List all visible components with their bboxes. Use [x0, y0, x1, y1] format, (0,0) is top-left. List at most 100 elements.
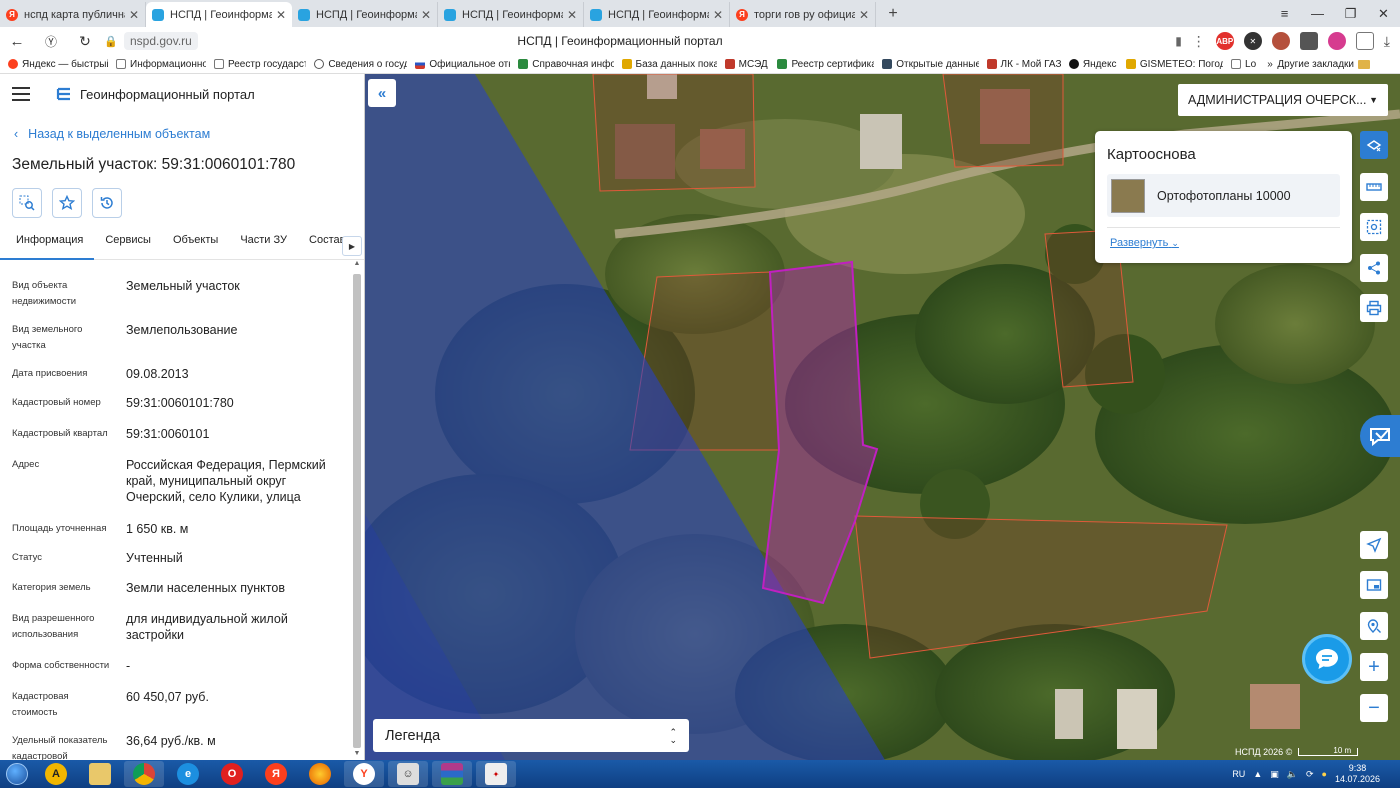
bookmark-item[interactable]: База данных пока — [614, 59, 717, 70]
sync-icon[interactable]: ⟳ — [1306, 769, 1314, 780]
adblock-icon[interactable]: ABP — [1215, 32, 1234, 50]
tabs-scroll-right-button[interactable]: ▶ — [342, 236, 362, 256]
taskbar-app[interactable]: Y — [344, 761, 384, 787]
bookmarks-more[interactable]: » — [1259, 59, 1277, 70]
scrollbar-thumb[interactable] — [353, 274, 361, 748]
minimap-button[interactable] — [1360, 571, 1388, 599]
bookmark-item[interactable]: МСЭД — [717, 59, 770, 70]
extension-icon[interactable] — [1299, 32, 1318, 50]
bookmark-item[interactable]: Реестр государст — [206, 59, 306, 70]
download-icon[interactable]: ⤓ — [1384, 33, 1390, 50]
taskbar-app[interactable]: ✦ — [476, 761, 516, 787]
scroll-up-icon[interactable]: ▲ — [352, 260, 362, 270]
history-button[interactable] — [92, 188, 122, 218]
zoom-in-button[interactable]: + — [1360, 653, 1388, 681]
bookmark-item[interactable]: Информационно — [108, 59, 206, 70]
browser-tab[interactable]: Яторги гов ру официальные✕ — [730, 2, 876, 27]
search-location-button[interactable] — [1360, 612, 1388, 640]
bookmark-item[interactable]: Lo — [1223, 59, 1259, 70]
url-field[interactable]: nspd.gov.ru — [124, 32, 198, 50]
extension-icon[interactable]: ✕ — [1243, 32, 1262, 50]
taskbar-app[interactable]: e — [168, 761, 208, 787]
bookmark-item[interactable]: ЛК - Мой ГАЗ — [979, 59, 1061, 70]
zoom-to-object-button[interactable] — [12, 188, 42, 218]
bookmark-item[interactable]: GISMETEO: Погод — [1118, 59, 1223, 70]
back-to-selection-link[interactable]: ‹ Назад к выделенным объектам — [14, 126, 364, 142]
bookmark-item[interactable]: Сведения о госуд — [306, 59, 407, 70]
collapse-panel-button[interactable]: « — [368, 79, 396, 107]
close-tab-icon[interactable]: ✕ — [859, 8, 869, 22]
tab-parts[interactable]: Части ЗУ — [229, 234, 298, 260]
yandex-home-icon[interactable]: Ⓨ — [34, 33, 68, 50]
select-area-button[interactable] — [1360, 213, 1388, 241]
bookmark-favicon — [777, 59, 788, 69]
basemap-item[interactable]: Ортофотопланы 10000 — [1107, 174, 1340, 217]
taskbar-app[interactable]: O — [212, 761, 252, 787]
taskbar-app[interactable] — [80, 761, 120, 787]
taskbar-app[interactable]: Я — [256, 761, 296, 787]
print-button[interactable] — [1360, 294, 1388, 322]
new-tab-icon[interactable]: + — [882, 3, 904, 25]
back-arrow-icon[interactable]: ← — [0, 33, 34, 50]
close-tab-icon[interactable]: ✕ — [567, 8, 577, 22]
update-icon[interactable]: ● — [1322, 769, 1327, 779]
administration-select[interactable]: АДМИНИСТРАЦИЯ ОЧЕРСК... ▼ — [1178, 84, 1388, 116]
feedback-tab[interactable] — [1360, 415, 1400, 457]
close-tab-icon[interactable]: ✕ — [129, 8, 139, 22]
volume-icon[interactable]: 🔈 — [1287, 769, 1298, 780]
tab-objects[interactable]: Объекты — [162, 234, 229, 260]
ruler-button[interactable] — [1360, 173, 1388, 201]
close-tab-icon[interactable]: ✕ — [713, 8, 723, 22]
layers-button[interactable] — [1360, 131, 1388, 159]
bookmark-item[interactable]: Яндекс — быстрый — [0, 59, 108, 70]
browser-tab[interactable]: НСПД | Геоинформацион✕ — [292, 2, 438, 27]
extension-icon[interactable] — [1327, 32, 1346, 50]
start-button[interactable] — [0, 760, 34, 788]
chat-button[interactable] — [1302, 634, 1352, 684]
taskbar-app[interactable] — [432, 761, 472, 787]
tab-information[interactable]: Информация — [0, 234, 95, 260]
close-window-icon[interactable]: ✕ — [1367, 6, 1400, 22]
browser-tab-active[interactable]: НСПД | Геоинформацио✕ — [146, 2, 292, 27]
reload-icon[interactable]: ↻ — [68, 33, 102, 50]
bookmark-item[interactable]: Официальное отк — [407, 59, 510, 70]
bookmark-item[interactable]: Яндекс — [1061, 59, 1118, 70]
tab-services[interactable]: Сервисы — [94, 234, 162, 260]
extensions-icon[interactable] — [1355, 32, 1374, 50]
close-tab-icon[interactable]: ✕ — [421, 8, 431, 22]
bookmark-item[interactable]: Реестр сертифика — [769, 59, 874, 70]
scroll-down-icon[interactable]: ▼ — [352, 750, 362, 760]
taskbar-app[interactable]: ☺ — [388, 761, 428, 787]
other-bookmarks[interactable]: Другие закладки — [1277, 59, 1400, 70]
menu-icon[interactable]: ≡ — [1268, 6, 1301, 21]
bookmark-icon[interactable]: ▮ — [1175, 34, 1182, 48]
browser-tab[interactable]: НСПД | Геоинформацион✕ — [438, 2, 584, 27]
hamburger-menu-icon[interactable] — [12, 87, 30, 101]
browser-tab[interactable]: Янспд карта публичная кад✕ — [0, 2, 146, 27]
bookmark-item[interactable]: Справочная инфо — [510, 59, 614, 70]
restore-icon[interactable]: ❐ — [1334, 6, 1367, 22]
tray-expand-icon[interactable]: ▲ — [1253, 769, 1262, 779]
taskbar-app[interactable] — [300, 761, 340, 787]
favorite-button[interactable] — [52, 188, 82, 218]
minimize-icon[interactable]: — — [1301, 6, 1334, 21]
info-tabs: Информация Сервисы Объекты Части ЗУ Сост… — [0, 234, 364, 260]
map-view[interactable]: « АДМИНИСТРАЦИЯ ОЧЕРСК... ▼ Картооснова … — [365, 74, 1400, 760]
legend-dropdown[interactable]: Легенда ⌃ ⌄ — [373, 719, 689, 752]
clock[interactable]: 9:38 14.07.2026 — [1335, 763, 1380, 785]
property-label: Статус — [12, 552, 43, 563]
share-button[interactable] — [1360, 254, 1388, 282]
expand-link[interactable]: Развернуть ⌄ — [1110, 237, 1179, 249]
extension-icon[interactable] — [1271, 32, 1290, 50]
close-tab-icon[interactable]: ✕ — [276, 8, 286, 22]
bookmark-item[interactable]: Открытые данные — [874, 59, 979, 70]
taskbar-app[interactable] — [124, 761, 164, 787]
geolocation-button[interactable] — [1360, 531, 1388, 559]
panel-scrollbar[interactable]: ▲ ▼ — [352, 260, 362, 760]
more-icon[interactable]: ⋮ — [1192, 33, 1206, 50]
network-icon[interactable]: ▣ — [1270, 769, 1279, 780]
zoom-out-button[interactable]: − — [1360, 694, 1388, 722]
taskbar-app[interactable]: A — [36, 761, 76, 787]
browser-tab[interactable]: НСПД | Геоинформацион✕ — [584, 2, 730, 27]
language-indicator[interactable]: RU — [1232, 769, 1245, 779]
